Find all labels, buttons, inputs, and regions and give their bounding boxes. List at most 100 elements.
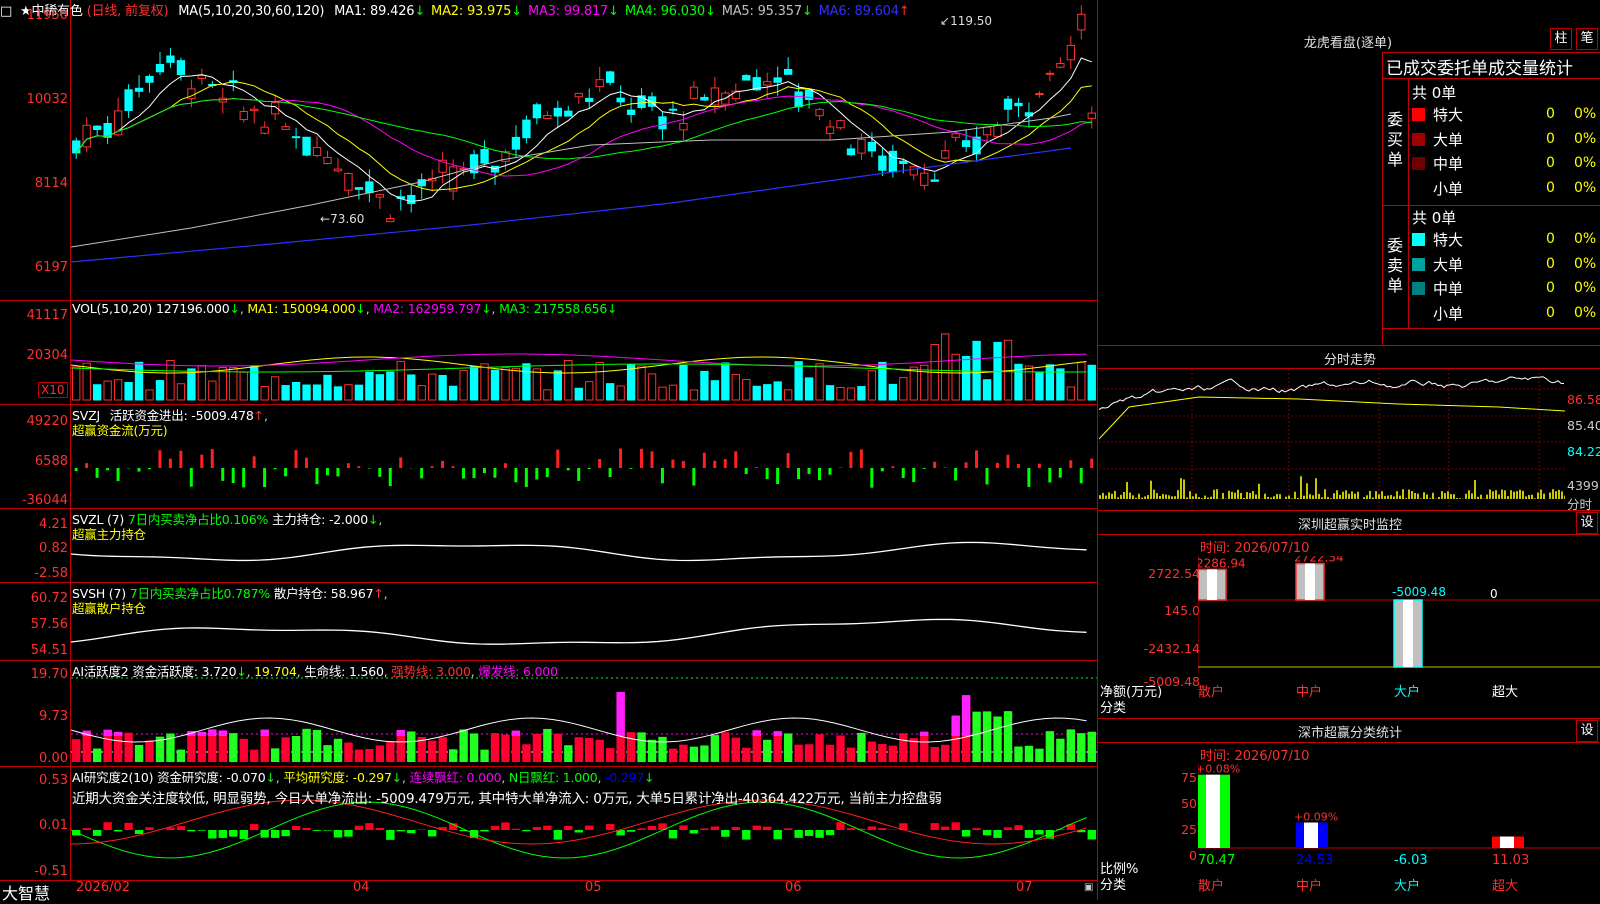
volume-bar: [460, 370, 467, 400]
activity-burst: [753, 730, 761, 736]
fund-flow-bar: [891, 466, 894, 468]
svzj-subtitle: 超赢资金流(万元): [72, 420, 167, 439]
price-axis-label: 11950: [27, 8, 68, 23]
volume-tick: [1465, 494, 1467, 499]
fund-flow-bar: [797, 468, 800, 479]
volume-tick: [1486, 495, 1488, 499]
activity-bar: [334, 739, 342, 762]
activity-bar: [250, 750, 258, 762]
volume-bar: [544, 390, 551, 400]
research-bar: [145, 827, 153, 830]
volume-tick: [1318, 494, 1320, 499]
monitor-bar-highlight: [1403, 600, 1413, 667]
candle-body: [292, 137, 299, 138]
svsh-axis-label: 60.72: [31, 591, 68, 606]
activity-bar: [826, 745, 834, 762]
candle-body: [554, 108, 561, 116]
activity-bar: [1025, 746, 1033, 762]
row-count: 0: [1546, 155, 1555, 171]
volume-tick: [1540, 490, 1542, 499]
lock-icon[interactable]: ▣: [1084, 882, 1093, 893]
row-percent: 0%: [1574, 131, 1596, 147]
volume-tick: [1459, 498, 1461, 499]
research-bar: [627, 830, 635, 832]
volume-bar: [596, 362, 603, 400]
volume-tick: [1477, 497, 1479, 499]
activity-bar: [596, 740, 604, 762]
fund-flow-bar: [85, 463, 88, 468]
volume-tick: [1126, 482, 1128, 499]
activity-bar: [177, 750, 185, 762]
dragon-tiger-panel: 龙虎看盘(逐单) 柱 笔 已成交委托单成交量统计 委买单 共 0单 特大00%大…: [1098, 0, 1600, 345]
research-bar: [365, 823, 373, 830]
volume-bar: [952, 354, 959, 400]
fund-flow-bar: [692, 468, 695, 486]
menu-icon[interactable]: □: [0, 4, 12, 19]
volume-bar: [355, 385, 362, 400]
category-label: 超大: [1492, 879, 1518, 894]
svzj-axis-label: 49220: [27, 414, 68, 429]
fund-flow-bar: [703, 453, 706, 468]
fund-flow-bar: [713, 461, 716, 468]
timeshare-chart[interactable]: [1099, 369, 1565, 510]
volume-tick: [1501, 490, 1503, 499]
research-bar: [323, 830, 331, 831]
volume-tick: [1291, 498, 1293, 499]
candle-body: [816, 109, 823, 115]
tick-view-button[interactable]: 笔: [1576, 28, 1598, 50]
activity-bar: [428, 741, 436, 762]
volume-tick: [1447, 491, 1449, 499]
fund-flow-bar: [169, 459, 172, 468]
ai1-axis-label: 9.73: [39, 709, 68, 724]
candle-body: [156, 64, 163, 71]
monitor-bar-highlight: [1305, 564, 1315, 600]
candle-body: [355, 188, 362, 190]
column-view-button[interactable]: 柱: [1550, 28, 1572, 50]
candle-body: [607, 72, 614, 83]
volume-tick: [1552, 489, 1554, 499]
sz-monitor-title: 深圳超赢实时监控: [1250, 514, 1450, 533]
svzl-axis-label: 4.21: [39, 517, 68, 532]
research-bar: [313, 830, 321, 831]
volume-tick: [1378, 494, 1380, 499]
fund-flow-bar: [179, 451, 182, 468]
vol-axis-label: 20304: [27, 348, 68, 363]
sz-class-settings-button[interactable]: 设: [1576, 720, 1598, 742]
volume-tick: [1327, 497, 1329, 499]
candle-body: [952, 134, 959, 138]
activity-bar: [1077, 733, 1085, 762]
svsh-axis-label: 54.51: [31, 643, 68, 658]
monitor-bar-label: 2722.54: [1294, 556, 1344, 565]
volume-bar: [219, 367, 226, 400]
volume-tick: [1537, 492, 1539, 499]
volume-tick: [1354, 494, 1356, 499]
research-bar: [334, 830, 342, 838]
research-bar: [868, 826, 876, 830]
vol-unit-badge[interactable]: X10: [38, 382, 68, 398]
research-bar: [135, 830, 143, 834]
activity-bar: [721, 732, 729, 762]
row-label: 特大: [1433, 106, 1463, 124]
activity-bar: [386, 742, 394, 762]
volume-tick: [1351, 491, 1353, 499]
volume-bar: [125, 383, 132, 400]
fund-flow-bar: [253, 456, 256, 468]
fund-flow-bar: [912, 468, 915, 482]
ai1-axis-label: 19.70: [31, 667, 68, 682]
volume-tick: [1300, 476, 1302, 499]
fund-flow-bar: [242, 468, 245, 487]
research-bar: [711, 827, 719, 830]
swatch-icon: [1412, 157, 1425, 170]
research-bar: [700, 828, 708, 830]
candle-body: [858, 140, 865, 154]
row-count: 0: [1546, 131, 1555, 147]
volume-tick: [1117, 497, 1119, 499]
fund-flow-bar: [745, 468, 748, 474]
volume-tick: [1165, 495, 1167, 499]
activity-burst: [616, 692, 624, 736]
volume-tick: [1285, 497, 1287, 499]
activity-burst: [951, 716, 959, 736]
avg-price-line: [1099, 397, 1565, 439]
candle-body: [408, 195, 415, 203]
sz-monitor-settings-button[interactable]: 设: [1576, 512, 1598, 534]
